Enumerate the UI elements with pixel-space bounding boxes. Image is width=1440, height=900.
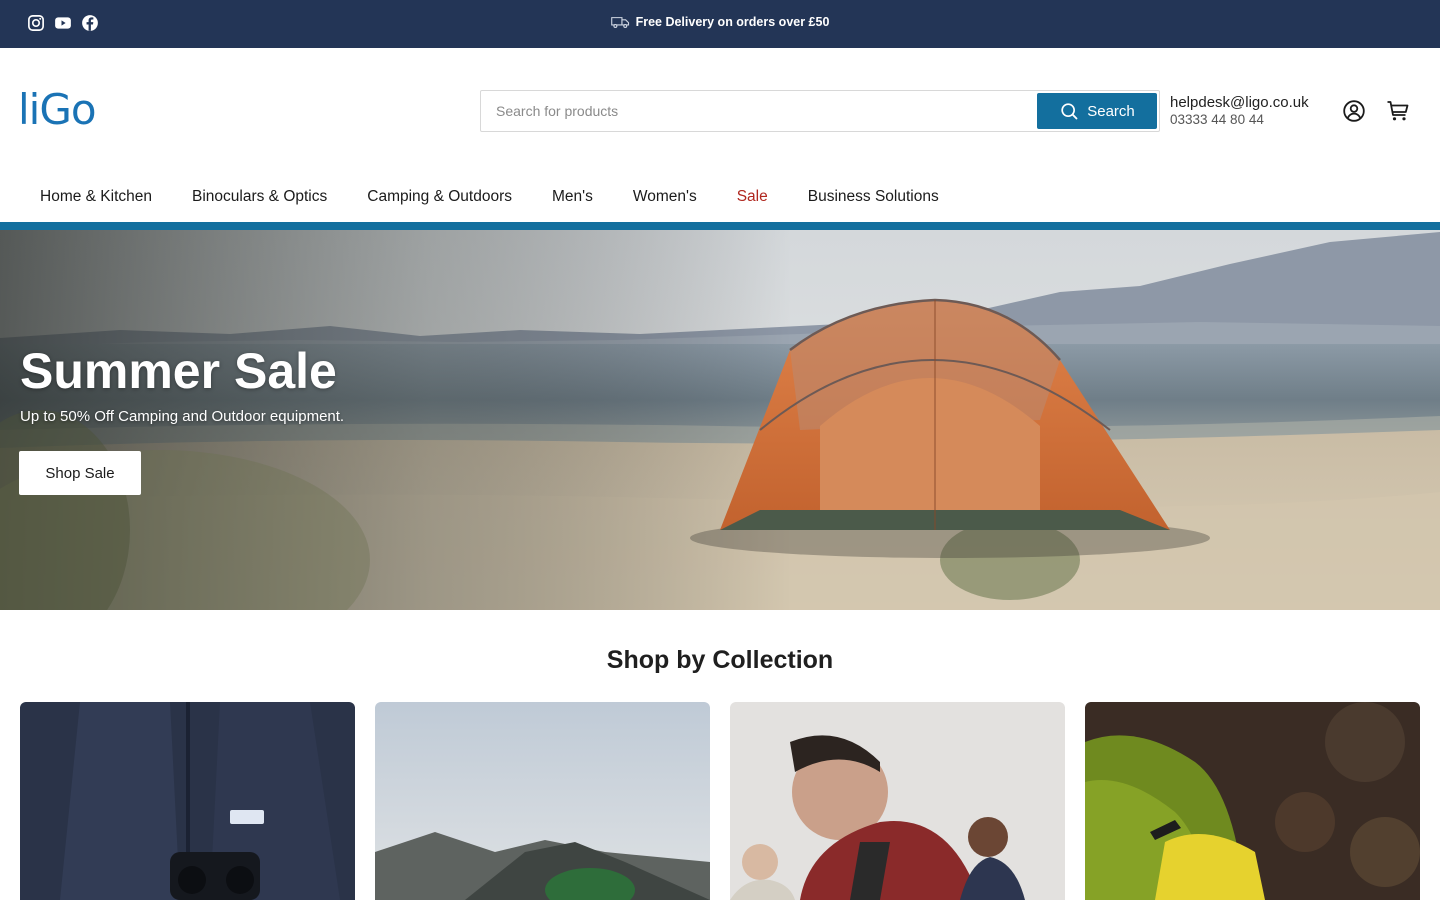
hero-banner: Summer Sale Up to 50% Off Camping and Ou… xyxy=(0,230,1440,610)
collection-card-tents[interactable] xyxy=(375,702,710,900)
hero-title: Summer Sale xyxy=(20,343,337,399)
nav-item-binoculars-optics[interactable]: Binoculars & Optics xyxy=(172,186,347,210)
main-navigation: Home & Kitchen Binoculars & Optics Campi… xyxy=(20,186,959,210)
account-icon[interactable] xyxy=(1342,99,1366,123)
nav-item-mens[interactable]: Men's xyxy=(532,186,613,210)
nav-item-camping-outdoors[interactable]: Camping & Outdoors xyxy=(347,186,532,210)
collection-image xyxy=(20,702,355,900)
nav-item-home-kitchen[interactable]: Home & Kitchen xyxy=(20,186,172,210)
search-bar: Search xyxy=(480,90,1160,132)
section-title-shop-by-collection: Shop by Collection xyxy=(606,646,834,674)
search-input[interactable] xyxy=(481,91,1034,131)
search-button-label: Search xyxy=(1087,102,1135,120)
collection-card-jackets[interactable] xyxy=(20,702,355,900)
free-delivery-message: Free Delivery on orders over £50 xyxy=(0,15,1440,29)
contact-info: helpdesk@ligo.co.uk 03333 44 80 44 xyxy=(1170,94,1309,128)
nav-divider xyxy=(0,222,1440,230)
collection-image xyxy=(375,702,710,900)
collection-image xyxy=(1085,702,1420,900)
nav-item-sale[interactable]: Sale xyxy=(717,186,788,210)
promo-text: Free Delivery on orders over £50 xyxy=(635,15,830,29)
collection-image xyxy=(730,702,1065,900)
nav-item-business-solutions[interactable]: Business Solutions xyxy=(788,186,959,210)
truck-icon xyxy=(610,17,629,29)
collection-card-clothing[interactable] xyxy=(730,702,1065,900)
nav-item-womens[interactable]: Women's xyxy=(613,186,717,210)
hero-subtitle: Up to 50% Off Camping and Outdoor equipm… xyxy=(20,408,345,425)
cart-icon[interactable] xyxy=(1386,99,1410,123)
shop-sale-button[interactable]: Shop Sale xyxy=(19,451,141,495)
ligo-logo[interactable]: liGo xyxy=(18,86,97,134)
collection-card-radios[interactable] xyxy=(1085,702,1420,900)
announcement-bar: Free Delivery on orders over £50 xyxy=(0,0,1440,48)
helpdesk-phone[interactable]: 03333 44 80 44 xyxy=(1170,112,1309,128)
helpdesk-email[interactable]: helpdesk@ligo.co.uk xyxy=(1170,94,1309,112)
search-icon xyxy=(1061,103,1078,120)
search-button[interactable]: Search xyxy=(1037,93,1157,129)
